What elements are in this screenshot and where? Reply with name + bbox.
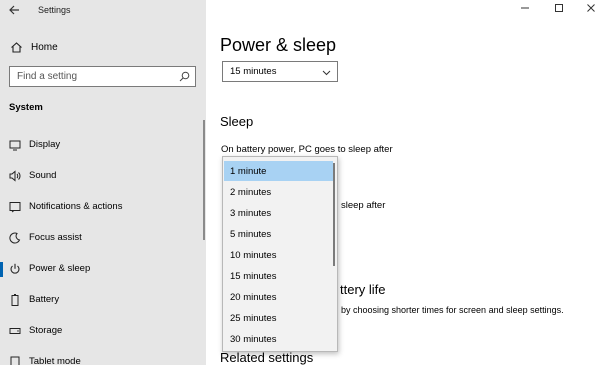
sidebar-item-label: Tablet mode [29,356,81,365]
sidebar-item-label: Notifications & actions [29,201,123,212]
sidebar-item-notifications[interactable]: Notifications & actions [0,196,206,218]
home-icon [11,41,22,53]
sound-icon [9,170,21,182]
search-placeholder: Find a setting [17,71,78,82]
dropdown-option[interactable]: 25 minutes [224,308,333,328]
power-icon [10,263,20,274]
sidebar: Settings Home Find a setting System Disp… [0,0,206,365]
sidebar-item-storage[interactable]: Storage [0,320,206,342]
sidebar-item-battery[interactable]: Battery [0,289,206,311]
close-icon [587,4,595,12]
minimize-icon [521,7,529,9]
maximize-icon [555,4,563,12]
select-value: 15 minutes [230,66,277,77]
minimize-button[interactable] [518,3,532,17]
sidebar-item-focus-assist[interactable]: Focus assist [0,227,206,249]
storage-icon [9,328,21,334]
dropdown-option[interactable]: 20 minutes [224,287,333,307]
maximize-button[interactable] [552,3,566,17]
display-icon [9,140,21,151]
dropdown-option[interactable]: 10 minutes [224,245,333,265]
sidebar-item-tablet-mode[interactable]: Tablet mode [0,351,206,365]
notifications-icon [9,202,21,213]
sidebar-item-label: Power & sleep [29,263,91,274]
related-settings-heading: Related settings [220,350,314,365]
battery-sleep-label: On battery power, PC goes to sleep after [221,144,393,155]
search-icon [179,71,190,82]
sleep-heading: Sleep [220,114,254,129]
sidebar-item-label: Storage [29,325,63,336]
app-title: Settings [38,5,71,15]
screen-timeout-select[interactable]: 15 minutes [222,61,338,82]
sidebar-item-label: Sound [29,170,57,181]
tablet-icon [10,356,20,365]
sidebar-item-power-sleep[interactable]: Power & sleep [0,258,206,280]
close-button[interactable] [584,3,598,17]
dropdown-scrollbar[interactable] [333,163,335,266]
dropdown-option[interactable]: 2 minutes [224,182,333,202]
section-label-system: System [9,102,43,113]
sidebar-item-label: Focus assist [29,232,82,243]
sidebar-item-label: Battery [29,294,60,305]
dropdown-option[interactable]: 5 minutes [224,224,333,244]
home-label: Home [31,41,58,53]
battery-life-heading: ttery life [340,282,386,297]
back-button[interactable] [8,4,22,18]
sidebar-item-sound[interactable]: Sound [0,165,206,187]
sidebar-scrollbar[interactable] [203,120,205,240]
battery-life-description: by choosing shorter times for screen and… [341,305,564,315]
dropdown-option[interactable]: 1 minute [224,161,333,181]
dropdown-option[interactable]: 15 minutes [224,266,333,286]
focus-assist-icon [9,232,21,244]
back-arrow-icon [9,5,19,15]
sidebar-item-display[interactable]: Display [0,134,206,156]
page-title: Power & sleep [220,35,337,55]
home-link[interactable]: Home [10,40,58,54]
dropdown-option[interactable]: 30 minutes [224,329,333,349]
sidebar-item-label: Display [29,139,61,150]
active-indicator [0,262,3,277]
search-input[interactable]: Find a setting [9,66,196,87]
plugged-in-sleep-label: sleep after [341,200,386,211]
battery-icon [11,294,19,306]
chevron-down-icon [322,70,331,76]
sleep-timeout-dropdown[interactable]: 1 minute 2 minutes 3 minutes 5 minutes 1… [222,156,338,352]
dropdown-option[interactable]: 3 minutes [224,203,333,223]
